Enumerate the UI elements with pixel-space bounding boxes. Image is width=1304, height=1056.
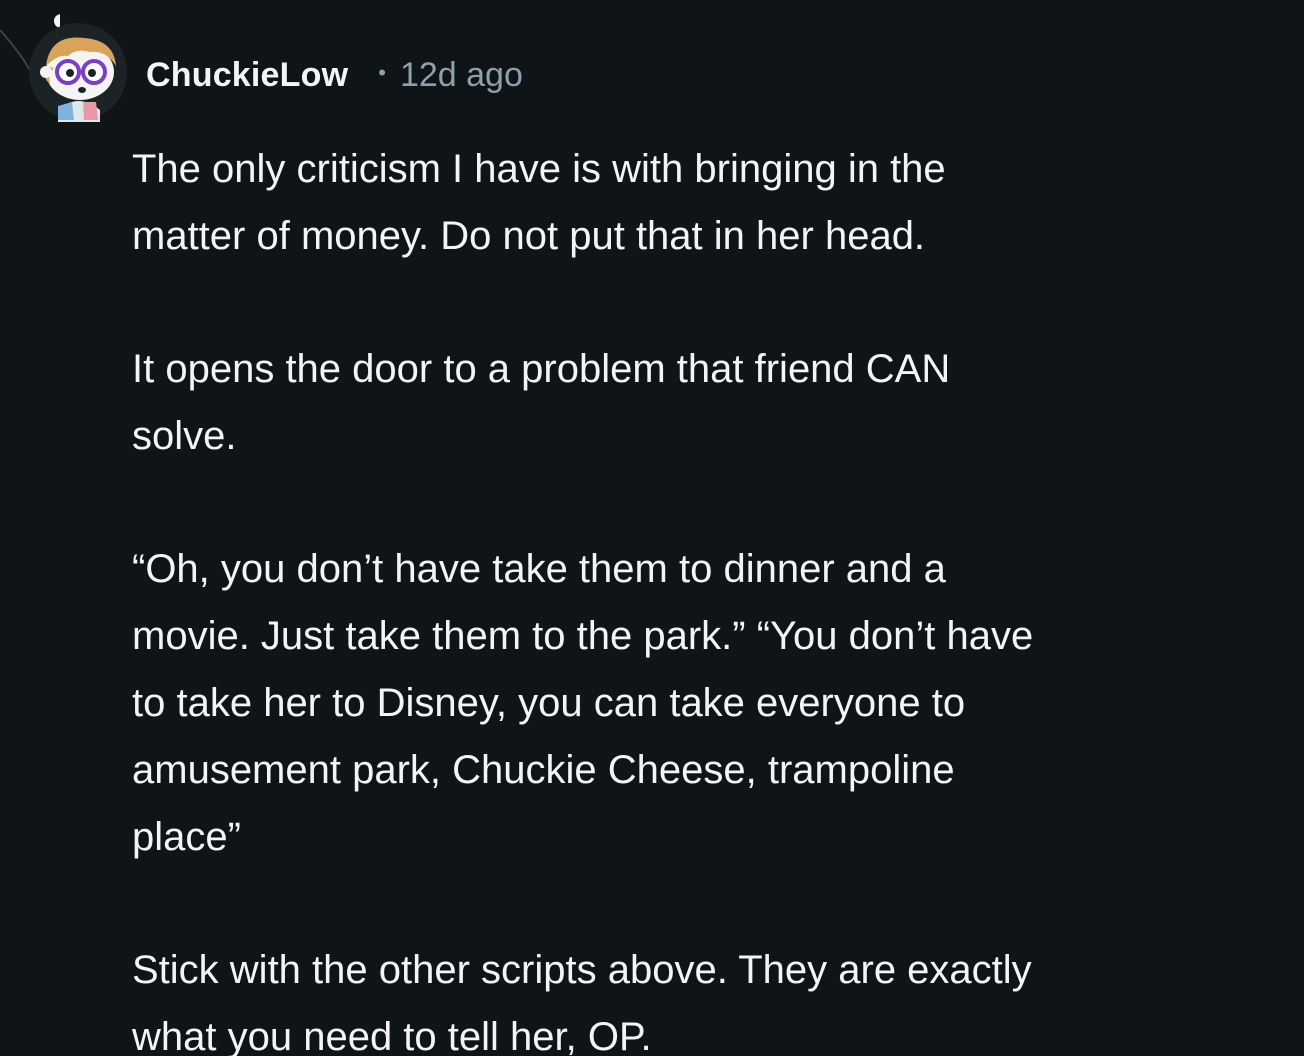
meta-separator: • — [378, 60, 386, 85]
comment-timestamp[interactable]: 12d ago — [400, 56, 523, 95]
comment-header: ChuckieLow • 12d ago — [146, 50, 523, 100]
comment: ChuckieLow • 12d ago The only criticism … — [0, 0, 1304, 1056]
comment-paragraph: The only criticism I have is with bringi… — [132, 147, 946, 258]
comment-paragraph: “Oh, you don’t have take them to dinner … — [132, 547, 1034, 859]
comment-paragraph: It opens the door to a problem that frie… — [132, 347, 951, 458]
author-link[interactable]: ChuckieLow — [146, 56, 348, 95]
avatar-icon[interactable] — [28, 22, 128, 122]
comment-body: The only criticism I have is with bringi… — [132, 136, 1262, 1056]
comment-paragraph: Stick with the other scripts above. They… — [132, 948, 1032, 1056]
